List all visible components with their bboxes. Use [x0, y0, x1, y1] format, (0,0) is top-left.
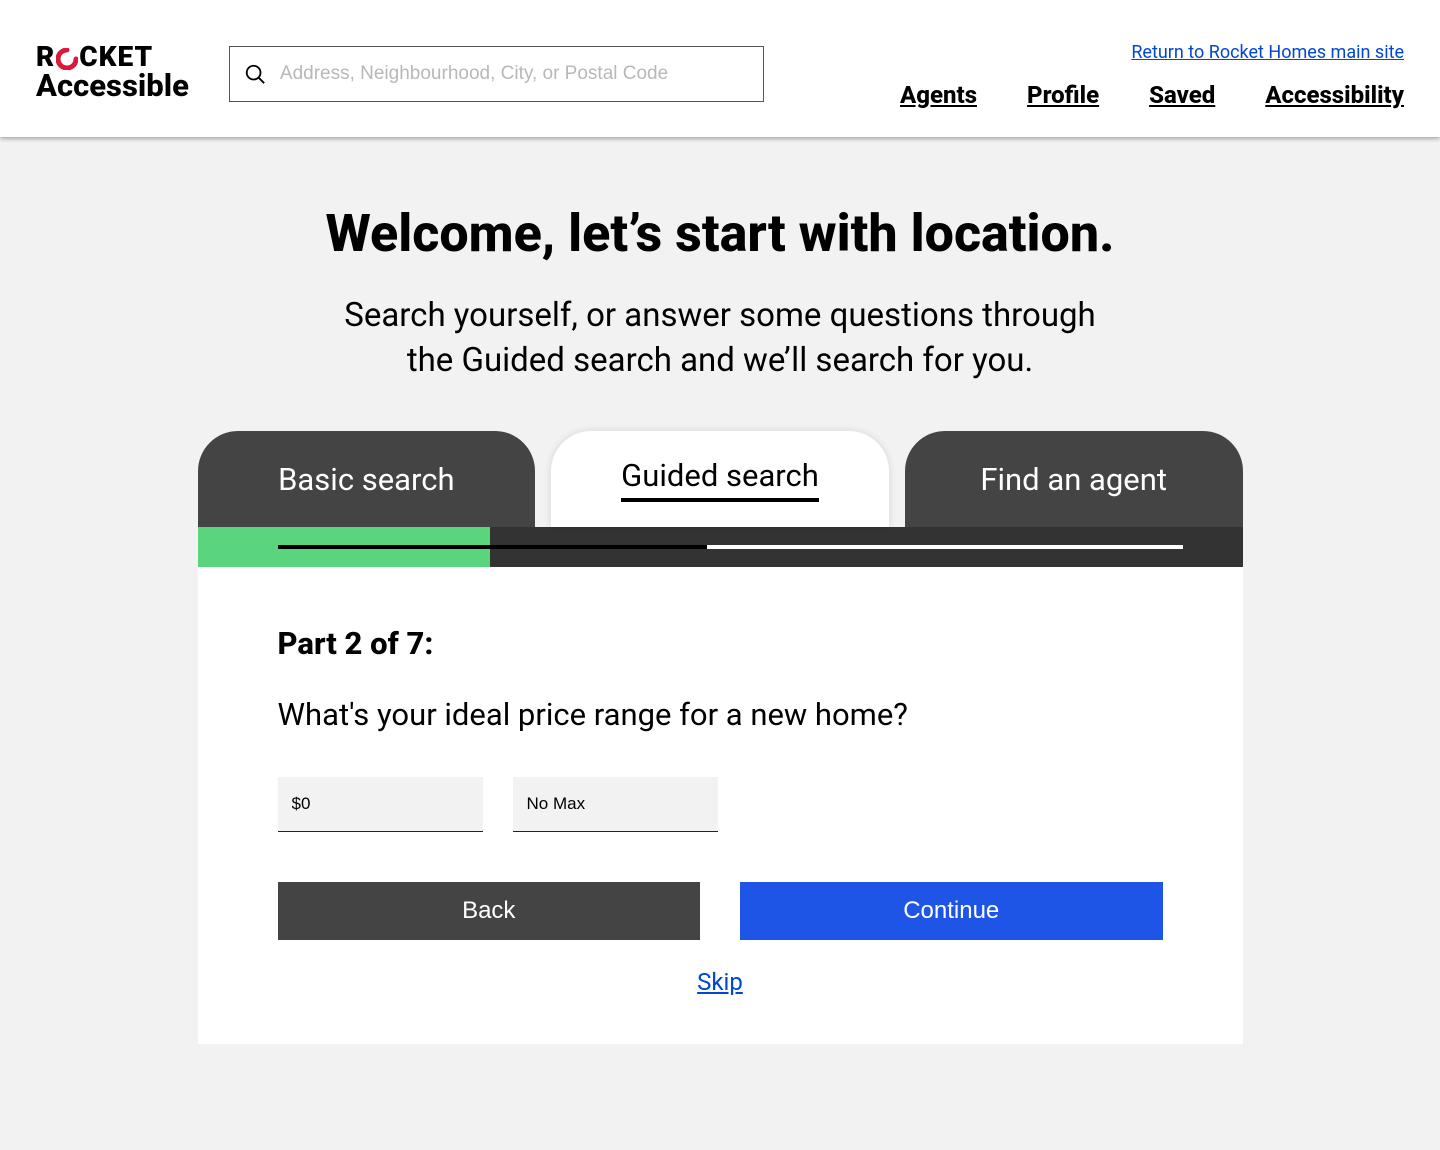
- nav-buttons-row: Back Continue: [278, 882, 1163, 940]
- tabs-row: Basic search Guided search Find an agent: [198, 431, 1243, 527]
- tab-guided-search-label: Guided search: [621, 457, 819, 502]
- search-box[interactable]: [229, 46, 764, 102]
- back-button[interactable]: Back: [278, 882, 701, 940]
- tab-find-agent-label: Find an agent: [980, 461, 1167, 498]
- page-subtitle: Search yourself, or answer some question…: [344, 294, 1095, 383]
- rocket-o-icon: [56, 47, 78, 69]
- nav-accessibility[interactable]: Accessibility: [1265, 81, 1404, 109]
- price-inputs-row: [278, 777, 1163, 832]
- tab-guided-search[interactable]: Guided search: [551, 431, 889, 527]
- page-title: Welcome, let’s start with location.: [325, 203, 1114, 264]
- question-text: What's your ideal price range for a new …: [278, 696, 1163, 733]
- skip-link[interactable]: Skip: [278, 968, 1163, 996]
- search-container: [229, 46, 764, 102]
- primary-nav: Agents Profile Saved Accessibility: [900, 81, 1404, 109]
- progress-line-completed: [278, 545, 707, 549]
- continue-button[interactable]: Continue: [740, 882, 1163, 940]
- tab-basic-search[interactable]: Basic search: [198, 431, 536, 527]
- search-icon: [244, 63, 266, 85]
- nav-saved[interactable]: Saved: [1149, 81, 1215, 109]
- nav-agents[interactable]: Agents: [900, 81, 977, 109]
- subtitle-line-1: Search yourself, or answer some question…: [344, 296, 1095, 335]
- price-min-input[interactable]: [278, 777, 483, 832]
- return-main-site-link[interactable]: Return to Rocket Homes main site: [1131, 42, 1404, 63]
- progress-bar: [198, 527, 1243, 567]
- site-header: R CKET Accessible Return to Rocket Homes…: [0, 0, 1440, 137]
- guided-search-panel: Part 2 of 7: What's your ideal price ran…: [198, 567, 1243, 1044]
- tab-find-agent[interactable]: Find an agent: [905, 431, 1243, 527]
- nav-profile[interactable]: Profile: [1027, 81, 1099, 109]
- search-input[interactable]: [280, 63, 749, 85]
- tab-basic-search-label: Basic search: [278, 461, 454, 498]
- logo[interactable]: R CKET Accessible: [36, 43, 189, 103]
- search-tabs-container: Basic search Guided search Find an agent…: [198, 431, 1243, 1044]
- header-right: Return to Rocket Homes main site Agents …: [900, 28, 1404, 109]
- price-max-input[interactable]: [513, 777, 718, 832]
- main-content: Welcome, let’s start with location. Sear…: [0, 137, 1440, 1044]
- subtitle-line-2: the Guided search and we’ll search for y…: [407, 341, 1033, 380]
- step-indicator: Part 2 of 7:: [278, 625, 1163, 662]
- logo-wordmark-bottom: Accessible: [36, 69, 189, 103]
- progress-line-remaining: [624, 545, 1183, 549]
